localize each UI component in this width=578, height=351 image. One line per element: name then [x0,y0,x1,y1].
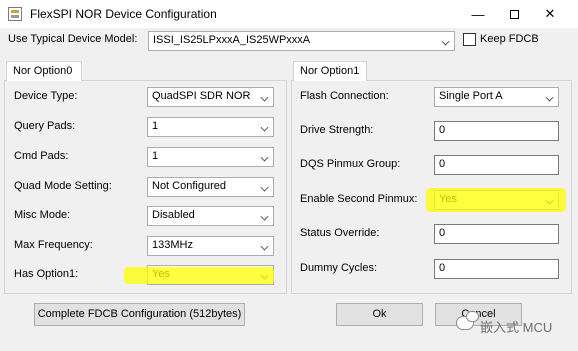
dummy-cycles-label: Dummy Cycles: [300,262,378,274]
chevron-down-icon [545,93,554,102]
device-type-select[interactable]: QuadSPI SDR NOR [147,87,274,107]
chevron-down-icon [260,271,269,280]
flash-connection-value: Single Port A [439,90,503,102]
complete-fdcb-button[interactable]: Complete FDCB Configuration (512bytes) [34,303,245,326]
chevron-down-icon [545,196,554,205]
maximize-button[interactable] [496,0,532,28]
misc-mode-value: Disabled [152,209,195,221]
title-bar: FlexSPI NOR Device Configuration — ✕ [0,0,578,28]
chevron-down-icon [260,153,269,162]
quad-mode-select[interactable]: Not Configured [147,177,274,197]
cmd-pads-value: 1 [152,150,159,162]
chevron-down-icon [260,242,269,251]
has-option1-value: Yes [152,268,170,280]
device-type-value: QuadSPI SDR NOR [152,90,251,102]
keep-fdcb-label: Keep FDCB [480,33,539,45]
close-button[interactable]: ✕ [532,0,568,28]
maximize-icon [509,9,519,19]
drive-strength-label: Drive Strength: [300,124,374,136]
max-frequency-value: 133MHz [152,239,193,251]
second-pinmux-label: Enable Second Pinmux: [300,193,418,205]
drive-strength-input[interactable]: 0 [434,121,559,141]
has-option1-label: Has Option1: [14,268,79,280]
minimize-button[interactable]: — [460,0,496,28]
max-frequency-label: Max Frequency: [14,239,93,251]
ok-button[interactable]: Ok [336,303,423,326]
query-pads-label: Query Pads: [14,120,76,132]
second-pinmux-select[interactable]: Yes [434,190,559,210]
dqs-pinmux-input[interactable]: 0 [434,155,559,175]
max-frequency-select[interactable]: 133MHz [147,236,274,256]
chevron-down-icon [260,93,269,102]
cmd-pads-label: Cmd Pads: [14,150,69,162]
second-pinmux-value: Yes [439,193,457,205]
chevron-down-icon [260,123,269,132]
dqs-pinmux-label: DQS Pinmux Group: [300,158,401,170]
status-override-label: Status Override: [300,227,380,239]
watermark-text: 嵌入式 MCU [480,320,553,335]
misc-mode-label: Misc Mode: [14,209,71,221]
quad-mode-label: Quad Mode Setting: [14,180,112,192]
quad-mode-value: Not Configured [152,180,226,192]
chevron-down-icon [441,37,450,46]
tab-nor-option0[interactable]: Nor Option0 [6,61,82,81]
tab-nor-option1[interactable]: Nor Option1 [293,61,367,81]
flash-connection-select[interactable]: Single Port A [434,87,559,107]
chevron-down-icon [260,212,269,221]
device-model-select[interactable]: ISSI_IS25LPxxxA_IS25WPxxxA [148,31,455,51]
app-icon [8,7,22,21]
flash-connection-label: Flash Connection: [300,90,389,102]
cmd-pads-select[interactable]: 1 [147,147,274,167]
query-pads-value: 1 [152,120,159,132]
chevron-down-icon [260,183,269,192]
misc-mode-select[interactable]: Disabled [147,206,274,226]
dummy-cycles-input[interactable]: 0 [434,259,559,279]
keep-fdcb-checkbox[interactable] [463,33,476,46]
model-label: Use Typical Device Model: [8,33,138,45]
has-option1-select[interactable]: Yes [147,265,274,285]
chat-bubble-icon [456,311,479,330]
device-type-label: Device Type: [14,90,78,102]
status-override-input[interactable]: 0 [434,224,559,244]
window-title: FlexSPI NOR Device Configuration [30,7,217,21]
query-pads-select[interactable]: 1 [147,117,274,137]
device-model-value: ISSI_IS25LPxxxA_IS25WPxxxA [153,34,311,46]
